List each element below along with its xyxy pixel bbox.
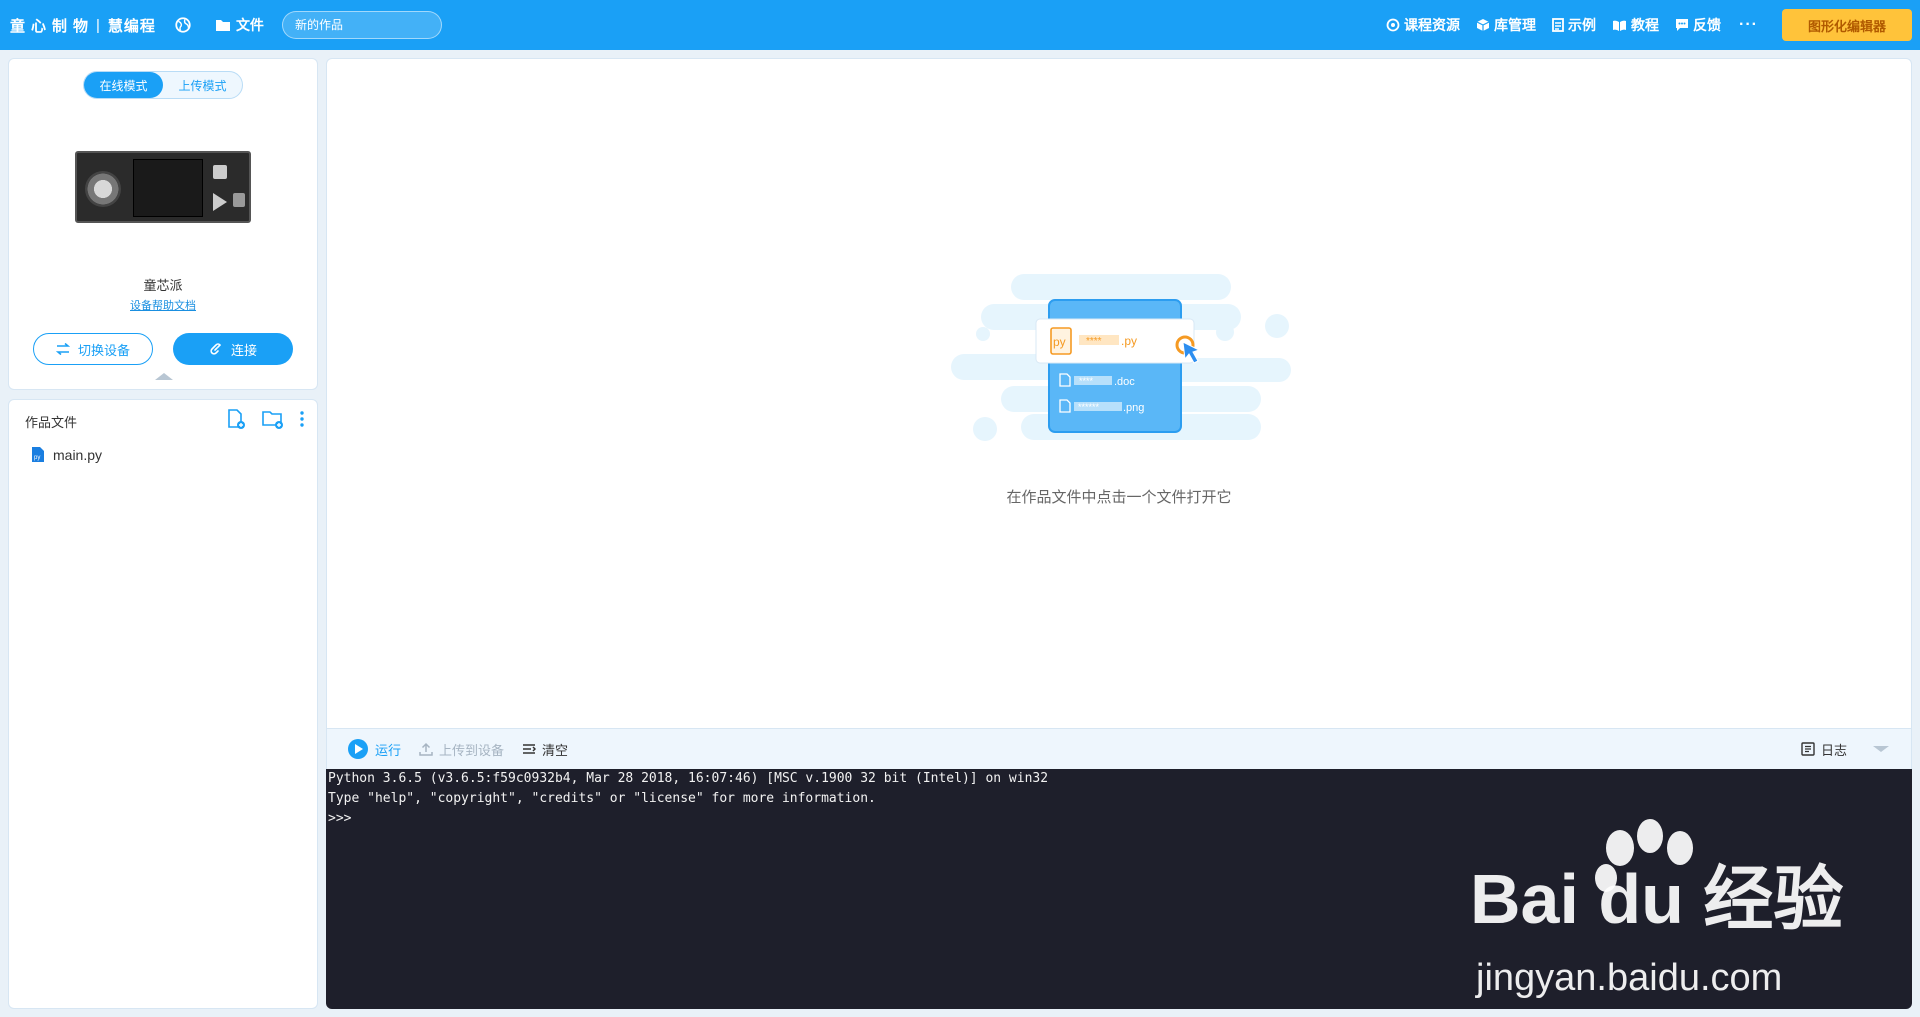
console-toolbar-right: 日志 — [1783, 740, 1911, 759]
device-help-link[interactable]: 设备帮助文档 — [9, 297, 317, 313]
vertical-dots-icon — [300, 411, 304, 427]
play-icon — [348, 739, 368, 759]
python-console[interactable]: Python 3.6.5 (v3.6.5:f59c0932b4, Mar 28 … — [326, 769, 1912, 1009]
tutorial-icon — [1613, 20, 1627, 31]
upload-label: 上传到设备 — [439, 742, 505, 758]
board-screen — [133, 159, 203, 217]
chevron-down-icon[interactable] — [1873, 746, 1889, 752]
course-icon — [1386, 18, 1400, 32]
swap-icon — [55, 343, 70, 355]
console-prompt: >>> — [328, 811, 352, 826]
connect-button[interactable]: 连接 — [173, 333, 293, 365]
nav-course-resources[interactable]: 课程资源 — [1386, 15, 1460, 35]
brand-name: 童心制物 — [10, 17, 95, 35]
run-label: 运行 — [375, 742, 402, 758]
file-name: main.py — [53, 446, 103, 463]
link-icon — [210, 343, 222, 355]
globe-icon — [175, 17, 191, 33]
clear-console-button[interactable]: 清空 — [522, 740, 568, 759]
files-panel-title: 作品文件 — [25, 415, 78, 430]
mode-toggle: 在线模式 上传模式 — [83, 71, 243, 99]
new-file-button[interactable] — [225, 408, 247, 430]
top-nav: 课程资源 库管理 示例 教程 反馈 ··· 图形化编辑器 — [1370, 9, 1920, 41]
board-button-b — [233, 193, 245, 207]
files-more-button[interactable] — [299, 410, 305, 428]
doc-name-mask: **** — [1079, 376, 1094, 386]
clear-label: 清空 — [542, 742, 569, 758]
nav-library-label: 库管理 — [1494, 17, 1537, 33]
board-button-play — [213, 193, 227, 211]
nav-feedback-label: 反馈 — [1693, 17, 1722, 33]
doc-extension: .doc — [1114, 376, 1135, 388]
graphic-editor-button[interactable]: 图形化编辑器 — [1782, 9, 1912, 41]
console-line: Python 3.6.5 (v3.6.5:f59c0932b4, Mar 28 … — [328, 771, 1049, 786]
more-menu-button[interactable]: ··· — [1739, 16, 1758, 34]
board-button-a — [213, 165, 227, 179]
files-actions — [211, 408, 305, 430]
brand-separator: | — [96, 16, 100, 34]
folder-icon — [215, 20, 230, 31]
library-icon — [1476, 19, 1490, 31]
brand-subtitle: 慧编程 — [107, 17, 156, 35]
empty-file-illustration: py **** .py **** .doc ****** .png — [951, 274, 1291, 441]
file-menu[interactable]: 文件 — [215, 15, 264, 35]
file-item-main-py[interactable]: py main.py — [31, 446, 102, 463]
feedback-icon — [1676, 19, 1689, 31]
collapse-up-icon[interactable] — [155, 373, 173, 380]
png-extension: .png — [1123, 402, 1144, 414]
new-file-icon — [228, 409, 245, 429]
log-icon — [1801, 742, 1815, 756]
new-folder-icon — [262, 411, 283, 429]
upload-icon — [419, 742, 433, 756]
console-line: Type "help", "copyright", "credits" or "… — [328, 791, 876, 806]
python-file-icon: py — [32, 447, 44, 462]
empty-editor-hint: 在作品文件中点击一个文件打开它 — [1006, 489, 1232, 506]
switch-device-button[interactable]: 切换设备 — [33, 333, 153, 365]
top-bar: 童心制物 | 慧编程 文件 课程资源 库管理 示例 教程 反馈 ··· — [0, 0, 1920, 50]
py-badge-text: py — [1053, 335, 1066, 349]
device-board-image — [75, 151, 251, 223]
switch-device-label: 切换设备 — [77, 342, 130, 358]
nav-course-label: 课程资源 — [1404, 17, 1461, 33]
connect-label: 连接 — [230, 342, 257, 358]
console-toolbar: 运行 上传到设备 清空 日志 — [326, 729, 1912, 769]
new-folder-button[interactable] — [261, 408, 285, 430]
files-panel: 作品文件 py main.py — [8, 399, 318, 1009]
nav-library-manage[interactable]: 库管理 — [1476, 15, 1536, 35]
project-name-input[interactable] — [281, 11, 442, 39]
upload-to-device-button[interactable]: 上传到设备 — [419, 740, 504, 759]
log-label: 日志 — [1820, 742, 1847, 758]
py-name-mask: **** — [1086, 336, 1102, 347]
nav-feedback[interactable]: 反馈 — [1675, 15, 1721, 35]
mode-online-tab[interactable]: 在线模式 — [84, 72, 163, 98]
py-extension: .py — [1121, 334, 1137, 348]
svg-text:py: py — [34, 455, 40, 461]
brand-logo: 童心制物 | 慧编程 — [10, 15, 156, 36]
editor-area: py **** .py **** .doc ****** .png 在作品文件中… — [326, 58, 1912, 729]
board-joystick — [85, 171, 121, 207]
mode-upload-tab[interactable]: 上传模式 — [163, 72, 242, 98]
run-button[interactable]: 运行 — [347, 738, 401, 760]
file-menu-label: 文件 — [235, 17, 264, 33]
nav-tutorials-label: 教程 — [1631, 17, 1660, 33]
device-panel: 在线模式 上传模式 童芯派 设备帮助文档 切换设备 连接 — [8, 58, 318, 390]
nav-examples[interactable]: 示例 — [1552, 15, 1596, 35]
device-name: 童芯派 — [143, 278, 183, 293]
language-button[interactable] — [174, 16, 197, 34]
clear-icon — [523, 744, 537, 754]
png-name-mask: ****** — [1078, 402, 1100, 412]
nav-examples-label: 示例 — [1568, 17, 1597, 33]
nav-tutorials[interactable]: 教程 — [1612, 15, 1659, 35]
log-button[interactable]: 日志 — [1801, 740, 1847, 759]
example-icon — [1552, 18, 1564, 32]
